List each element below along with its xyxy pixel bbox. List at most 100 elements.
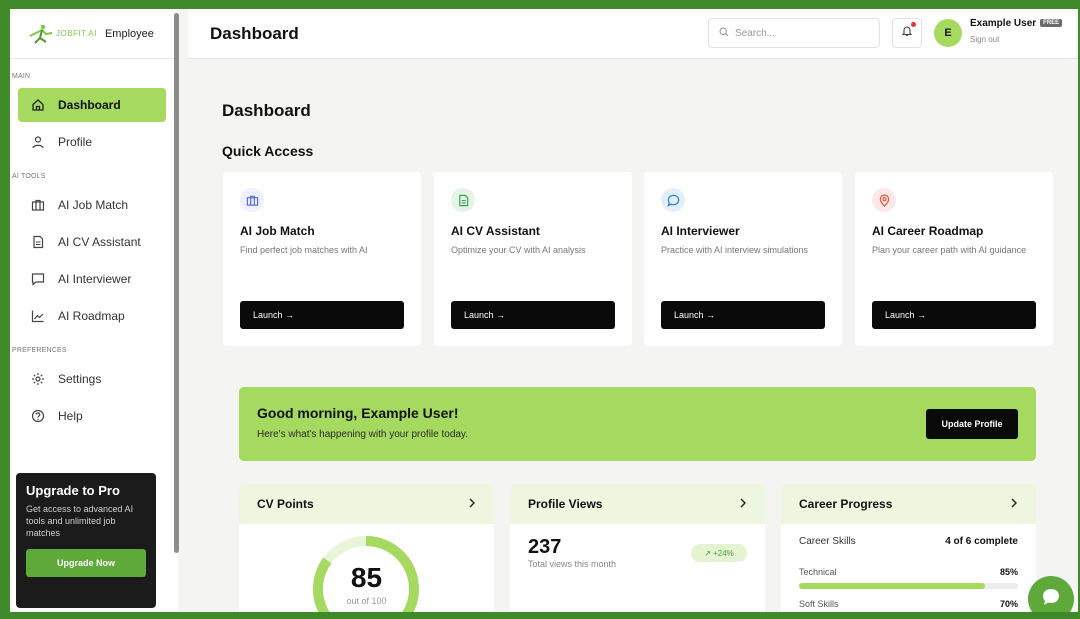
skill-value: 70% [999, 599, 1018, 609]
stat-card-profile-views: Profile Views 237 Total views this month… [510, 484, 765, 612]
help-icon [30, 408, 46, 424]
page-title: Dashboard [222, 101, 311, 120]
section-label-preferences: PREFERENCES [12, 347, 67, 354]
progress-bar-technical [799, 583, 1018, 589]
home-icon [30, 97, 46, 113]
location-icon [872, 188, 896, 212]
briefcase-icon [30, 197, 46, 213]
sidebar-item-label: Dashboard [58, 98, 121, 112]
card-title: AI Career Roadmap [872, 224, 984, 238]
chevron-right-icon [1010, 497, 1018, 511]
card-title: AI Job Match [240, 224, 315, 238]
stat-header[interactable]: Career Progress [781, 484, 1036, 524]
sidebar: JOBFIT.AI Employee MAIN Dashboard Profil… [10, 9, 178, 612]
sidebar-item-label: AI Job Match [58, 198, 129, 212]
sidebar-item-label: Profile [58, 135, 93, 149]
search-input[interactable]: Search... [708, 18, 880, 48]
chevron-right-icon [739, 497, 747, 511]
greeting-title: Good morning, Example User! [257, 405, 459, 421]
stat-body: 237 Total views this month ↗ +24% [510, 524, 765, 612]
quick-access-heading: Quick Access [222, 143, 314, 159]
launch-button[interactable]: Launch → [451, 301, 615, 329]
progress-fill [799, 583, 986, 589]
chart-icon [30, 308, 46, 324]
notification-button[interactable] [892, 18, 922, 48]
skill-row-technical: Technical 85% [799, 567, 1018, 577]
avatar[interactable]: E [934, 19, 962, 47]
stat-card-cv-points: CV Points 85 out of 100 [239, 484, 494, 612]
sidebar-scrollbar[interactable] [174, 13, 179, 553]
quick-card-ai-cv-assistant: AI CV Assistant Optimize your CV with AI… [434, 172, 632, 346]
card-description: Plan your career path with AI guidance [872, 245, 1027, 255]
skill-label: Soft Skills [799, 599, 839, 609]
launch-button[interactable]: Launch → [240, 301, 404, 329]
bell-icon [901, 24, 913, 42]
skill-value: 85% [999, 567, 1018, 577]
cv-points-value: 85 [350, 562, 383, 593]
stat-card-career-progress: Career Progress Career Skills 4 of 6 com… [781, 484, 1036, 612]
chevron-right-icon [468, 497, 476, 511]
sidebar-item-label: Settings [58, 372, 102, 386]
document-icon [30, 234, 46, 250]
launch-button[interactable]: Launch → [872, 301, 1036, 329]
sidebar-item-ai-cv-assistant[interactable]: AI CV Assistant [18, 225, 166, 259]
stat-header[interactable]: CV Points [239, 484, 494, 524]
launch-button[interactable]: Launch → [661, 301, 825, 329]
career-skills-status: 4 of 6 complete [945, 536, 1018, 547]
sidebar-item-settings[interactable]: Settings [18, 362, 166, 396]
sidebar-item-label: Help [58, 409, 83, 423]
quick-card-ai-career-roadmap: AI Career Roadmap Plan your career path … [855, 172, 1053, 346]
chat-bubble-icon [1040, 586, 1062, 613]
sidebar-item-label: AI CV Assistant [58, 235, 141, 249]
sidebar-item-label: AI Roadmap [58, 309, 125, 323]
search-placeholder: Search... [735, 27, 776, 39]
card-description: Practice with AI interview simulations [661, 245, 809, 255]
chat-button[interactable] [1028, 576, 1074, 612]
stat-title: Career Progress [799, 497, 893, 511]
section-label-main: MAIN [12, 73, 31, 80]
quick-card-ai-job-match: AI Job Match Find perfect job matches wi… [223, 172, 421, 346]
sidebar-item-profile[interactable]: Profile [18, 125, 166, 159]
card-title: AI Interviewer [661, 224, 740, 238]
plan-badge: FREE [1040, 19, 1063, 27]
app-window: JOBFIT.AI Employee MAIN Dashboard Profil… [10, 9, 1078, 612]
document-icon [451, 188, 475, 212]
career-skills-label: Career Skills [799, 536, 856, 547]
stat-title: Profile Views [528, 497, 603, 511]
briefcase-icon [240, 188, 264, 212]
sidebar-item-help[interactable]: Help [18, 399, 166, 433]
brand-logo[interactable]: JOBFIT.AI Employee [10, 9, 178, 59]
card-description: Find perfect job matches with AI [240, 245, 368, 255]
chat-icon [661, 188, 685, 212]
upgrade-description: Get access to advanced AI tools and unli… [26, 504, 134, 538]
upgrade-panel: Upgrade to Pro Get access to advanced AI… [16, 473, 156, 608]
brand-figure-icon [28, 24, 54, 44]
career-skills-row: Career Skills 4 of 6 complete [799, 536, 1018, 547]
sidebar-item-ai-job-match[interactable]: AI Job Match [18, 188, 166, 222]
stat-title: CV Points [257, 497, 314, 511]
sidebar-item-ai-interviewer[interactable]: AI Interviewer [18, 262, 166, 296]
sign-out-link[interactable]: Sign out [970, 35, 999, 44]
update-profile-button[interactable]: Update Profile [926, 409, 1018, 439]
trend-badge: ↗ +24% [691, 544, 747, 562]
top-header: Dashboard Search... E Example User FREE S… [188, 9, 1078, 59]
card-description: Optimize your CV with AI analysis [451, 245, 586, 255]
search-icon [719, 26, 729, 40]
greeting-banner: Good morning, Example User! Here's what'… [239, 387, 1036, 461]
upgrade-now-button[interactable]: Upgrade Now [26, 549, 146, 577]
brand-subtitle: Employee [104, 27, 154, 40]
sidebar-item-dashboard[interactable]: Dashboard [18, 88, 166, 122]
sidebar-item-label: AI Interviewer [58, 272, 132, 286]
stat-body: 85 out of 100 [239, 524, 494, 612]
gear-icon [30, 371, 46, 387]
skill-row-soft-skills: Soft Skills 70% [799, 599, 1018, 609]
greeting-subtitle: Here's what's happening with your profil… [257, 429, 468, 440]
quick-card-ai-interviewer: AI Interviewer Practice with AI intervie… [644, 172, 842, 346]
stat-header[interactable]: Profile Views [510, 484, 765, 524]
skill-label: Technical [799, 567, 837, 577]
sidebar-item-ai-roadmap[interactable]: AI Roadmap [18, 299, 166, 333]
chat-icon [30, 271, 46, 287]
section-label-ai-tools: AI TOOLS [12, 173, 46, 180]
stat-body: Career Skills 4 of 6 complete Technical … [781, 524, 1036, 612]
card-title: AI CV Assistant [451, 224, 540, 238]
